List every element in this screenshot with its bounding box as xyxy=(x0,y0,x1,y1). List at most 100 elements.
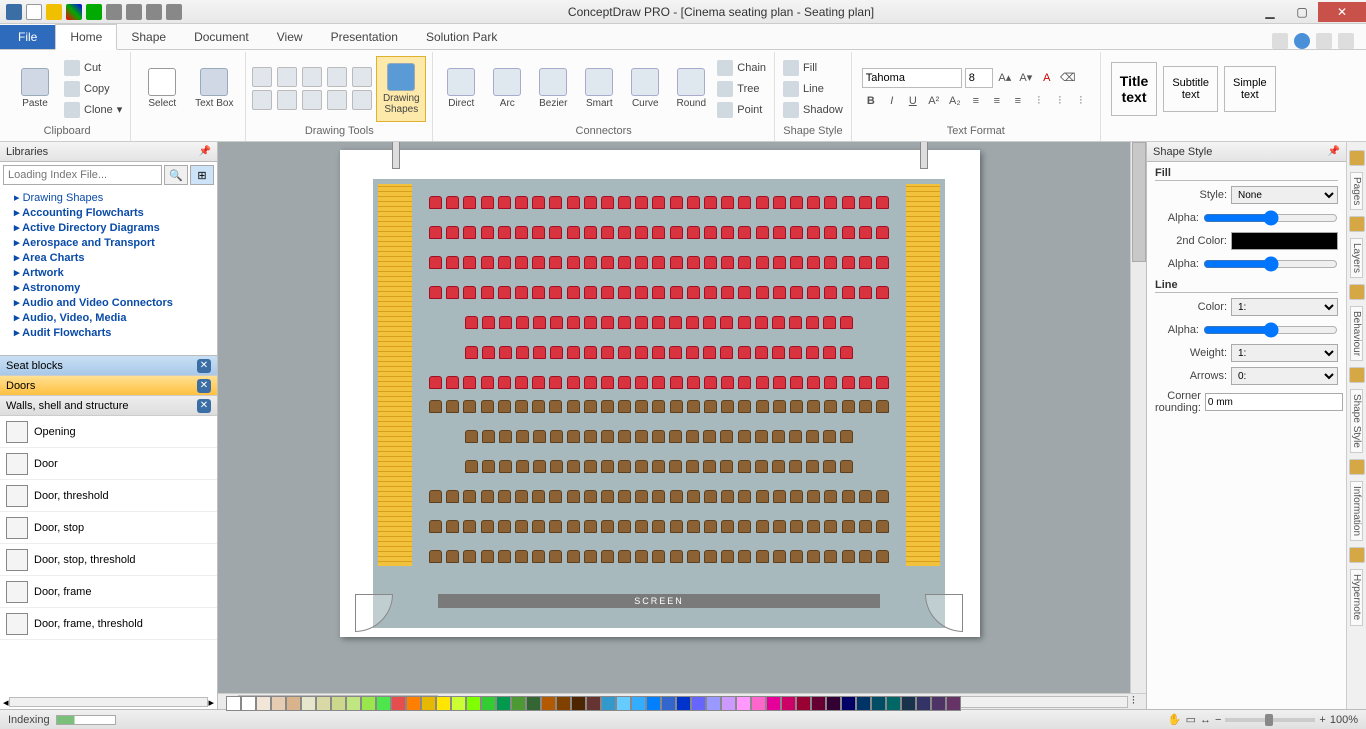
palette-swatch[interactable] xyxy=(886,696,901,711)
sidetab-icon[interactable] xyxy=(1349,367,1365,383)
palette-swatch[interactable] xyxy=(331,696,346,711)
lib-item[interactable]: ▸ Audio, Video, Media xyxy=(14,310,217,325)
fit-page-icon[interactable]: ▭ xyxy=(1186,713,1196,726)
conn-point[interactable]: Point xyxy=(715,100,768,120)
palette-swatch[interactable] xyxy=(811,696,826,711)
palette-swatch[interactable] xyxy=(526,696,541,711)
qat-new-icon[interactable] xyxy=(26,4,42,20)
conn-smart[interactable]: Smart xyxy=(577,68,621,109)
palette-swatch[interactable] xyxy=(406,696,421,711)
search-button[interactable]: 🔍 xyxy=(164,165,188,185)
palette-swatch[interactable] xyxy=(856,696,871,711)
palette-swatch[interactable] xyxy=(721,696,736,711)
sidetab-information[interactable]: Information xyxy=(1350,481,1363,541)
palette-swatch[interactable] xyxy=(376,696,391,711)
conn-round[interactable]: Round xyxy=(669,68,713,109)
lib-item[interactable]: ▸ Accounting Flowcharts xyxy=(14,205,217,220)
pin-icon[interactable]: 📌 xyxy=(1328,146,1340,157)
palette-swatch[interactable] xyxy=(391,696,406,711)
shadow-button[interactable]: Shadow xyxy=(781,100,845,120)
sidetab-icon[interactable] xyxy=(1349,150,1365,166)
line-weight[interactable]: 1: xyxy=(1231,344,1338,362)
door-item[interactable]: Door, frame xyxy=(0,576,217,608)
ribbon-layout-icon[interactable] xyxy=(1272,33,1288,49)
palette-swatch[interactable] xyxy=(931,696,946,711)
drawing-tools-grid[interactable] xyxy=(252,67,374,110)
sidetab-behaviour[interactable]: Behaviour xyxy=(1350,306,1363,361)
tab-home[interactable]: Home xyxy=(55,24,117,50)
paste-button[interactable]: Paste xyxy=(10,56,60,122)
palette-swatch[interactable] xyxy=(796,696,811,711)
tab-solution-park[interactable]: Solution Park xyxy=(412,25,511,49)
pin-icon[interactable]: 📌 xyxy=(199,146,211,157)
fill-button[interactable]: Fill xyxy=(781,58,845,78)
text-box-button[interactable]: Text Box xyxy=(189,56,239,122)
palette-picker-icon[interactable] xyxy=(226,696,241,711)
acc-walls[interactable]: Walls, shell and structure✕ xyxy=(0,396,217,416)
cut-button[interactable]: Cut xyxy=(62,58,124,78)
door-item[interactable]: Door, stop xyxy=(0,512,217,544)
lib-item[interactable]: ▸ Active Directory Diagrams xyxy=(14,220,217,235)
zoom-slider[interactable] xyxy=(1225,718,1315,722)
acc-doors[interactable]: Doors✕ xyxy=(0,376,217,396)
qat-ms-icon[interactable] xyxy=(66,4,82,20)
fill-alpha2[interactable] xyxy=(1203,255,1338,273)
conn-curve[interactable]: Curve xyxy=(623,68,667,109)
palette-swatch[interactable] xyxy=(661,696,676,711)
clear-format-icon[interactable]: ⌫ xyxy=(1059,69,1077,87)
qat-insert-icon[interactable] xyxy=(166,4,182,20)
palette-swatch[interactable] xyxy=(616,696,631,711)
tab-shape[interactable]: Shape xyxy=(117,25,180,49)
palette-swatch[interactable] xyxy=(946,696,961,711)
conn-direct[interactable]: Direct xyxy=(439,68,483,109)
tab-view[interactable]: View xyxy=(263,25,317,49)
search-mode-button[interactable]: ⊞ xyxy=(190,165,214,185)
underline-button[interactable]: U xyxy=(904,92,922,110)
minimize-button[interactable]: ▁ xyxy=(1254,2,1286,22)
palette-swatch[interactable] xyxy=(871,696,886,711)
file-tab[interactable]: File xyxy=(0,25,55,49)
clone-button[interactable]: Clone▾ xyxy=(62,100,124,120)
acc-seat-blocks[interactable]: Seat blocks✕ xyxy=(0,356,217,376)
qat-open-icon[interactable] xyxy=(46,4,62,20)
palette-swatch[interactable] xyxy=(481,696,496,711)
line-button[interactable]: Line xyxy=(781,79,845,99)
palette-swatch[interactable] xyxy=(271,696,286,711)
font-grow-icon[interactable]: A▴ xyxy=(996,69,1014,87)
door-item[interactable]: Door, frame, threshold xyxy=(0,608,217,640)
palette-swatch[interactable] xyxy=(286,696,301,711)
style-title[interactable]: Title text xyxy=(1111,62,1158,116)
door-item[interactable]: Door xyxy=(0,448,217,480)
close-button[interactable]: ✕ xyxy=(1318,2,1366,22)
align-right-icon[interactable]: ≡ xyxy=(1009,92,1027,110)
palette-swatch[interactable] xyxy=(361,696,376,711)
italic-button[interactable]: I xyxy=(883,92,901,110)
zoom-out-icon[interactable]: − xyxy=(1215,714,1221,726)
palette-swatch[interactable] xyxy=(256,696,271,711)
drawing-shapes-button[interactable]: Drawing Shapes xyxy=(376,56,426,122)
palette-swatch[interactable] xyxy=(541,696,556,711)
palette-swatch[interactable] xyxy=(421,696,436,711)
v-scrollbar[interactable] xyxy=(1130,142,1146,693)
font-color-icon[interactable]: A xyxy=(1038,69,1056,87)
conn-tree[interactable]: Tree xyxy=(715,79,768,99)
palette-swatch[interactable] xyxy=(301,696,316,711)
lib-item[interactable]: ▸ Artwork xyxy=(14,265,217,280)
sidetab-icon[interactable] xyxy=(1349,216,1365,232)
palette-swatch[interactable] xyxy=(901,696,916,711)
qat-print-icon[interactable] xyxy=(146,4,162,20)
scroll-right-icon[interactable]: ▸ xyxy=(208,696,214,709)
zoom-in-icon[interactable]: + xyxy=(1319,714,1325,726)
palette-swatch[interactable] xyxy=(916,696,931,711)
resize-grip[interactable]: ⫶ xyxy=(1132,695,1146,708)
line-arrows[interactable]: 0: xyxy=(1231,367,1338,385)
lib-item[interactable]: ▸ Astronomy xyxy=(14,280,217,295)
sidetab-hypernote[interactable]: Hypernote xyxy=(1350,569,1363,625)
lib-item[interactable]: ▸ Aerospace and Transport xyxy=(14,235,217,250)
palette-swatch[interactable] xyxy=(841,696,856,711)
align-bot-icon[interactable]: ⫶ xyxy=(1072,92,1090,110)
subscript-icon[interactable]: A₂ xyxy=(946,92,964,110)
font-select[interactable] xyxy=(862,68,962,88)
palette-swatch[interactable] xyxy=(346,696,361,711)
palette-swatch[interactable] xyxy=(781,696,796,711)
